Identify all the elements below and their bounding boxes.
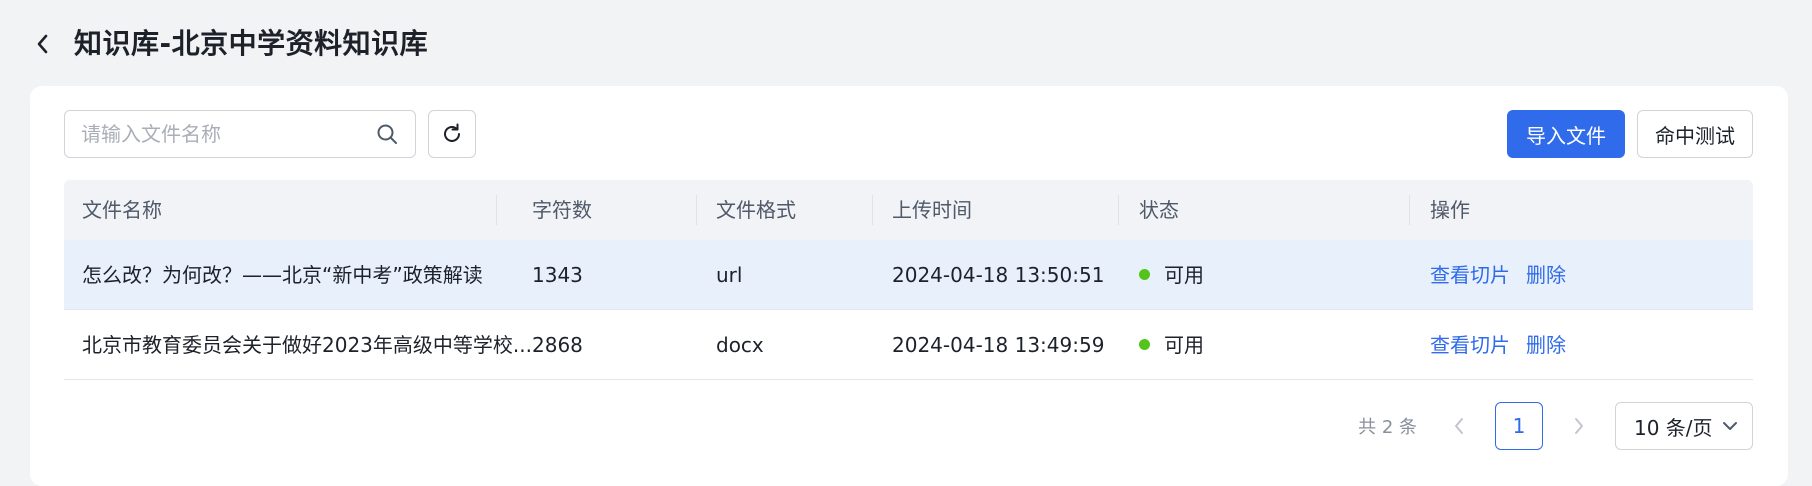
delete-link[interactable]: 删除 [1526, 333, 1566, 357]
column-divider [496, 195, 497, 225]
total-count: 共 2 条 [1358, 417, 1417, 438]
status-dot-icon [1139, 339, 1150, 350]
table-row[interactable]: 北京市教育委员会关于做好2023年高级中等学校... 2868 docx 202… [64, 310, 1753, 380]
chevron-left-icon [37, 34, 48, 54]
column-header-status: 状态 [1139, 198, 1179, 222]
chevron-right-icon [1575, 418, 1583, 434]
page-title: 知识库-北京中学资料知识库 [74, 27, 429, 60]
file-name: 北京市教育委员会关于做好2023年高级中等学校... [82, 333, 532, 357]
char-count: 2868 [532, 333, 583, 357]
pagination: 共 2 条 1 10 条/页 [1358, 402, 1753, 450]
status-text: 可用 [1164, 263, 1204, 287]
status-dot-icon [1139, 269, 1150, 280]
column-divider [696, 195, 697, 225]
next-page-button[interactable] [1559, 402, 1599, 450]
column-header-chars: 字符数 [532, 198, 592, 222]
view-slices-link[interactable]: 查看切片 [1430, 263, 1510, 287]
actions-cell: 查看切片 删除 [1430, 240, 1582, 310]
delete-link[interactable]: 删除 [1526, 263, 1566, 287]
column-header-name: 文件名称 [82, 198, 162, 222]
file-format: url [716, 263, 743, 287]
view-slices-link[interactable]: 查看切片 [1430, 333, 1510, 357]
refresh-icon [444, 123, 460, 142]
file-table: 文件名称 字符数 文件格式 上传时间 状态 操作 怎么改？为何改？——北京“新中… [64, 180, 1753, 380]
file-format: docx [716, 333, 764, 357]
refresh-button[interactable] [428, 110, 476, 158]
page-number-button[interactable]: 1 [1495, 402, 1543, 450]
status-cell: 可用 [1139, 310, 1204, 380]
page-size-select[interactable]: 10 条/页 [1615, 402, 1753, 450]
search-input[interactable] [81, 122, 375, 146]
column-header-format: 文件格式 [716, 198, 796, 222]
chevron-down-icon [1723, 422, 1737, 430]
actions-cell: 查看切片 删除 [1430, 310, 1582, 380]
status-text: 可用 [1164, 333, 1204, 357]
upload-time: 2024-04-18 13:49:59 [892, 333, 1105, 357]
hit-test-button[interactable]: 命中测试 [1637, 110, 1753, 158]
knowledge-base-card: 导入文件 命中测试 文件名称 字符数 文件格式 上传时间 状态 操作 怎么改？为… [30, 86, 1788, 486]
column-header-actions: 操作 [1430, 198, 1470, 222]
import-file-button[interactable]: 导入文件 [1507, 110, 1625, 158]
column-header-time: 上传时间 [892, 198, 972, 222]
column-divider [872, 195, 873, 225]
search-icon[interactable] [375, 122, 399, 146]
column-divider [1409, 195, 1410, 225]
file-name: 怎么改？为何改？——北京“新中考”政策解读 [82, 263, 483, 287]
status-cell: 可用 [1139, 240, 1204, 310]
upload-time: 2024-04-18 13:50:51 [892, 263, 1105, 287]
page-header: 知识库-北京中学资料知识库 [0, 0, 1812, 88]
page-size-value: 10 条/页 [1634, 415, 1713, 440]
back-button[interactable] [28, 28, 56, 60]
prev-page-button[interactable] [1439, 402, 1479, 450]
table-header: 文件名称 字符数 文件格式 上传时间 状态 操作 [64, 180, 1753, 240]
column-divider [1118, 195, 1119, 225]
search-box[interactable] [64, 110, 416, 158]
char-count: 1343 [532, 263, 583, 287]
chevron-left-icon [1455, 418, 1463, 434]
table-row[interactable]: 怎么改？为何改？——北京“新中考”政策解读 1343 url 2024-04-1… [64, 240, 1753, 310]
